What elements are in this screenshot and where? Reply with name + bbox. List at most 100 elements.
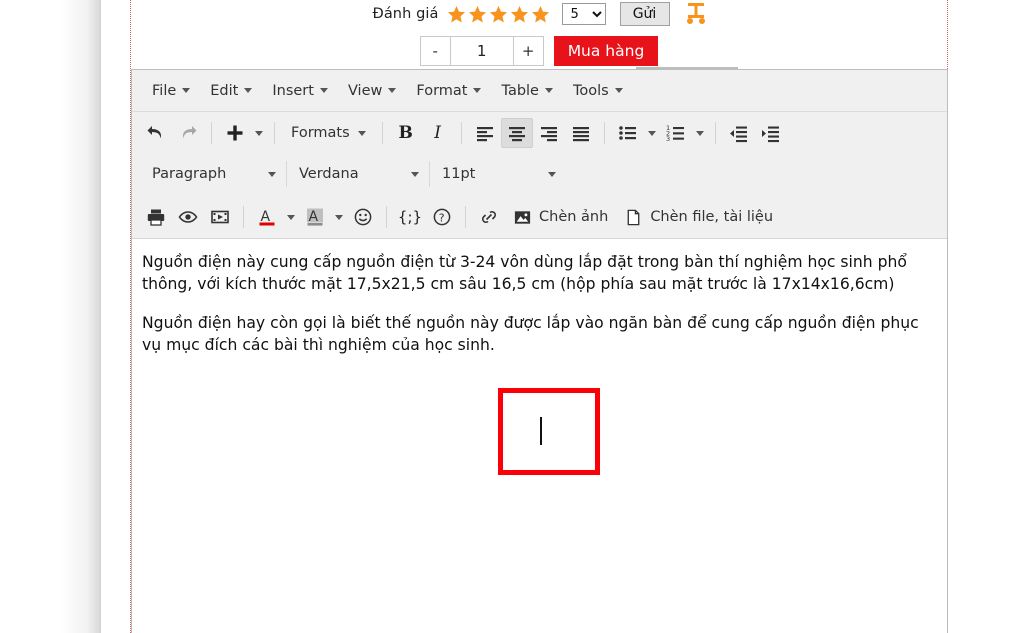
- menu-insert-label: Insert: [272, 82, 314, 99]
- background-color-dropdown-arrow[interactable]: [331, 202, 347, 232]
- numbered-list-dropdown-arrow[interactable]: [692, 118, 708, 148]
- align-justify-button[interactable]: [565, 118, 597, 148]
- align-center-icon: [508, 127, 525, 142]
- indent-button[interactable]: [755, 118, 787, 148]
- menu-format-label: Format: [416, 82, 468, 99]
- svg-text:A: A: [309, 209, 319, 225]
- menu-table[interactable]: Table: [491, 79, 563, 103]
- undo-icon: [147, 126, 162, 139]
- insert-menu-button[interactable]: [219, 118, 267, 148]
- menu-view[interactable]: View: [338, 79, 406, 103]
- bullet-list-icon: [618, 126, 636, 140]
- numbered-list-split-button[interactable]: 1 2 3: [660, 118, 708, 148]
- menu-edit-label: Edit: [210, 82, 239, 99]
- text-color-dropdown-arrow[interactable]: [283, 202, 299, 232]
- insert-image-button[interactable]: Chèn ảnh: [505, 202, 616, 232]
- rating-row: Đánh giá 5 Gửi: [130, 0, 948, 28]
- font-size-select[interactable]: 11pt: [430, 159, 566, 189]
- menu-format[interactable]: Format: [406, 79, 491, 103]
- chevron-down-icon: [647, 130, 656, 136]
- chevron-down-icon: [268, 171, 276, 177]
- source-code-button[interactable]: {;}: [394, 202, 426, 232]
- send-rating-button[interactable]: Gửi: [619, 2, 670, 26]
- star-rating[interactable]: [447, 5, 550, 24]
- align-center-button[interactable]: [500, 118, 533, 148]
- chevron-down-icon: [319, 88, 328, 93]
- screenshot-root: Đánh giá 5 Gửi - 1 + Mua hàng File Edit …: [0, 0, 1011, 633]
- star-icon[interactable]: [468, 5, 487, 24]
- bold-button[interactable]: B: [390, 118, 422, 148]
- editor-menubar: File Edit Insert View Format Table Tools: [132, 70, 947, 112]
- media-button[interactable]: [204, 202, 236, 232]
- insert-file-button[interactable]: Chèn file, tài liệu: [616, 202, 781, 232]
- bullet-list-button[interactable]: [612, 118, 644, 148]
- align-left-icon: [476, 127, 493, 142]
- quantity-value[interactable]: 1: [449, 37, 514, 65]
- outdent-button[interactable]: [723, 118, 755, 148]
- numbered-list-button[interactable]: 1 2 3: [660, 118, 692, 148]
- toolbar-separator: [460, 122, 462, 144]
- chevron-down-icon: [335, 214, 343, 220]
- italic-button[interactable]: I: [422, 118, 454, 148]
- star-icon[interactable]: [510, 5, 529, 24]
- background-color-button[interactable]: A: [299, 202, 331, 232]
- print-button[interactable]: [140, 202, 172, 232]
- plus-icon: [227, 125, 243, 141]
- formats-button[interactable]: Formats: [282, 118, 375, 148]
- bullet-list-dropdown-arrow[interactable]: [644, 118, 660, 148]
- page-left-gutter: [0, 0, 101, 633]
- menu-tools[interactable]: Tools: [563, 79, 633, 103]
- help-button[interactable]: ?: [426, 202, 458, 232]
- chevron-down-icon: [287, 214, 295, 220]
- toolbar-separator: [386, 206, 387, 228]
- undo-button[interactable]: [140, 118, 172, 148]
- toolbar-separator: [465, 206, 466, 228]
- star-icon[interactable]: [489, 5, 508, 24]
- red-annotation-rectangle: [498, 388, 600, 475]
- chevron-down-icon: [548, 171, 556, 177]
- editor-toolbar-row-1: Formats B I 1 2 3: [132, 112, 947, 154]
- star-icon[interactable]: [447, 5, 466, 24]
- align-right-button[interactable]: [533, 118, 565, 148]
- insert-link-button[interactable]: [473, 202, 505, 232]
- font-family-select[interactable]: Verdana: [287, 159, 429, 189]
- block-format-select[interactable]: Paragraph: [140, 159, 286, 189]
- menu-table-label: Table: [501, 82, 539, 99]
- menu-view-label: View: [347, 82, 383, 99]
- text-cursor: [540, 417, 542, 445]
- emoticon-button[interactable]: [347, 202, 379, 232]
- insert-dropdown-arrow[interactable]: [251, 118, 267, 148]
- buy-now-button[interactable]: Mua hàng: [553, 36, 659, 66]
- orange-t-glyph-icon[interactable]: [686, 3, 706, 25]
- italic-icon: I: [434, 123, 442, 143]
- font-family-value: Verdana: [299, 166, 359, 182]
- text-color-button[interactable]: A: [251, 202, 283, 232]
- numbered-list-icon: 1 2 3: [666, 124, 684, 143]
- bullet-list-split-button[interactable]: [612, 118, 660, 148]
- quantity-stepper[interactable]: - 1 +: [419, 36, 544, 66]
- content-paragraph-1: Nguồn điện này cung cấp nguồn điện từ 3-…: [142, 253, 907, 294]
- redo-button[interactable]: [172, 118, 204, 148]
- toolbar-separator: [274, 122, 275, 144]
- plus-button[interactable]: [219, 118, 251, 148]
- rating-select[interactable]: 5: [561, 3, 606, 25]
- menu-edit[interactable]: Edit: [200, 79, 262, 103]
- background-color-split-button[interactable]: A: [299, 202, 347, 232]
- menu-file[interactable]: File: [142, 79, 200, 103]
- toolbar-separator: [714, 122, 716, 144]
- chevron-down-icon: [473, 88, 482, 93]
- content-paragraph-2: Nguồn điện hay còn gọi là biết thế nguồn…: [142, 314, 919, 355]
- quantity-decrease-button[interactable]: -: [420, 37, 450, 65]
- quantity-increase-button[interactable]: +: [513, 37, 543, 65]
- redo-icon: [182, 126, 197, 139]
- tinymce-editor: File Edit Insert View Format Table Tools…: [131, 69, 948, 633]
- preview-button[interactable]: [172, 202, 204, 232]
- chevron-down-icon: [695, 130, 704, 136]
- bold-icon: B: [398, 123, 413, 143]
- toolbar-separator: [381, 122, 383, 144]
- chevron-down-icon: [255, 130, 263, 136]
- menu-insert[interactable]: Insert: [262, 79, 338, 103]
- star-icon[interactable]: [531, 5, 550, 24]
- align-left-button[interactable]: [469, 118, 501, 148]
- text-color-split-button[interactable]: A: [251, 202, 299, 232]
